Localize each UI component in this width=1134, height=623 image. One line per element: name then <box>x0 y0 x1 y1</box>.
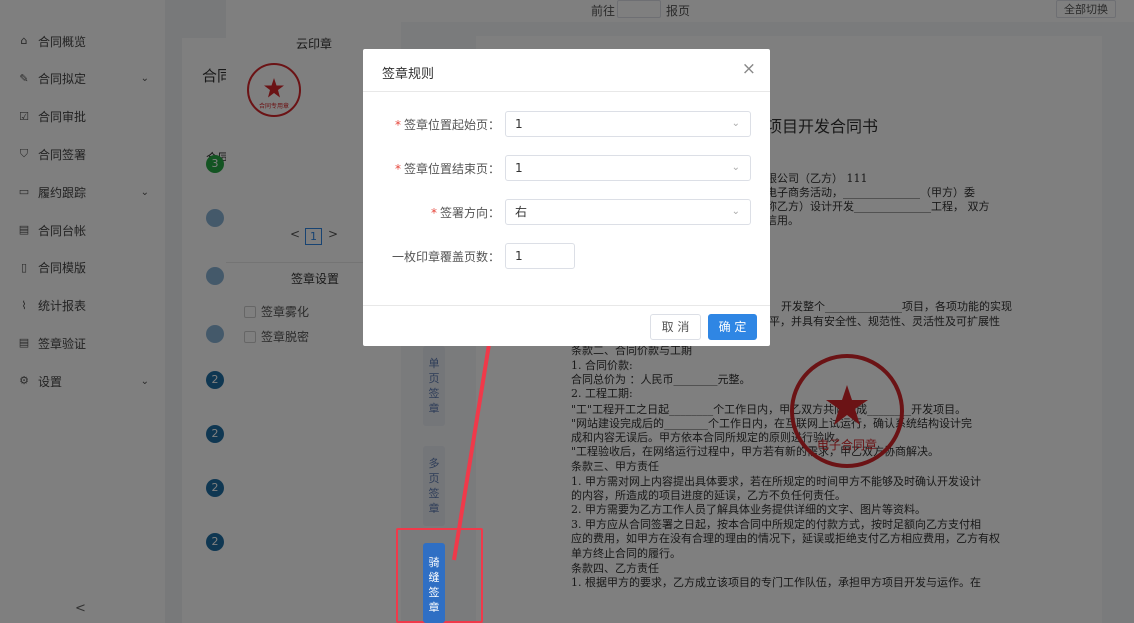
close-icon[interactable]: × <box>742 61 756 78</box>
required-mark: * <box>430 206 437 220</box>
field-label: * 签署方向： <box>431 204 500 221</box>
seal-rules-dialog: 签章规则 × * 签章位置起始页： 1 ⌄ * 签章位置结束页： 1 ⌄ * 签署方向：右 ⌄ 一枚印… <box>363 49 770 346</box>
select-value: 右 <box>515 205 528 219</box>
field-label: * 签章位置起始页： <box>395 116 500 133</box>
field-label: * 签章位置结束页： <box>395 160 500 177</box>
confirm-button[interactable]: 确 定 <box>708 314 757 340</box>
required-mark: * <box>394 162 401 176</box>
field-label: 一枚印章覆盖页数： <box>392 248 500 265</box>
select-value: 1 <box>515 161 523 175</box>
select-field[interactable]: 1 ⌄ <box>505 155 751 181</box>
select-value: 1 <box>515 117 523 131</box>
select-field[interactable]: 1 ⌄ <box>505 111 751 137</box>
text-input[interactable]: 1 <box>505 243 575 269</box>
field-label-text: 签署方向： <box>439 206 500 220</box>
field-label-text: 签章位置结束页： <box>403 162 500 176</box>
dialog-footer-divider <box>363 305 770 306</box>
required-mark: * <box>394 118 401 132</box>
cancel-button[interactable]: 取 消 <box>650 314 701 340</box>
chevron-down-icon: ⌄ <box>731 162 740 173</box>
chevron-down-icon: ⌄ <box>731 206 740 217</box>
dialog-header-divider <box>363 91 770 92</box>
field-label-text: 一枚印章覆盖页数： <box>391 250 500 264</box>
field-label-text: 签章位置起始页： <box>403 118 500 132</box>
chevron-down-icon: ⌄ <box>731 118 740 129</box>
dialog-title: 签章规则 <box>382 67 435 82</box>
select-field[interactable]: 右 ⌄ <box>505 199 751 225</box>
